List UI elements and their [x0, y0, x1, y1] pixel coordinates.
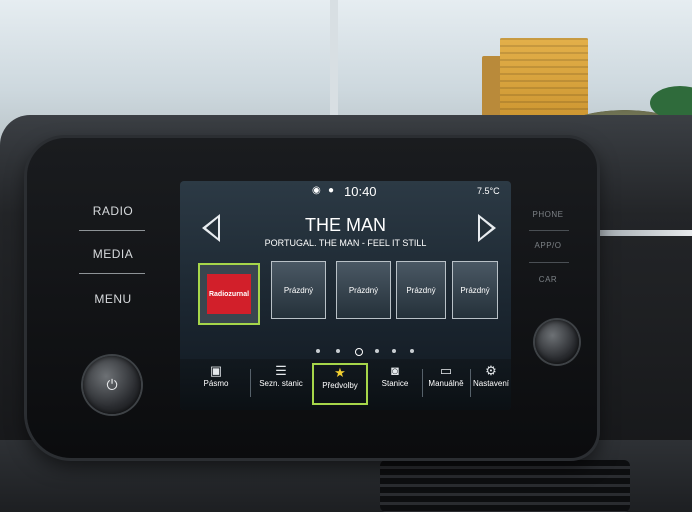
station-icon: ◙: [391, 363, 399, 378]
nav-stations[interactable]: ◙ Stanice: [370, 363, 420, 405]
page-indicator: [310, 347, 414, 356]
gear-icon: ⚙: [485, 363, 497, 378]
nav-label: Pásmo: [203, 379, 229, 388]
media-button[interactable]: MEDIA: [73, 247, 153, 261]
status-bar: ◉ ● 10:40 7.5°C: [180, 181, 511, 201]
preset-list: Radiozurnal Prázdný Prázdný Prázdný Práz…: [198, 261, 498, 327]
divider: [422, 369, 423, 397]
list-icon: ☰: [275, 363, 287, 378]
nav-label: Sezn. stanic: [259, 379, 303, 388]
nav-label: Nastavení: [472, 379, 510, 388]
preset-4[interactable]: Prázdný: [396, 261, 446, 319]
location-icon: ◉: [312, 185, 321, 196]
apps-button[interactable]: APP/O: [513, 241, 583, 250]
power-volume-knob[interactable]: ⏻: [83, 356, 141, 414]
touchscreen: ◉ ● 10:40 7.5°C THE MAN PORTUGAL. THE MA…: [180, 181, 511, 410]
station-title: THE MAN: [305, 215, 386, 235]
divider: [79, 230, 145, 231]
page-dot: [410, 349, 414, 353]
divider: [250, 369, 251, 397]
page-dot: [336, 349, 340, 353]
page-dot-current: [355, 348, 363, 356]
track-info: PORTUGAL. THE MAN - FEEL IT STILL: [264, 238, 427, 248]
nav-label: Manuálně: [428, 379, 464, 388]
divider: [529, 262, 569, 263]
star-icon: ★: [334, 365, 346, 380]
divider: [529, 230, 569, 231]
tuning-knob[interactable]: [535, 320, 579, 364]
outside-temperature: 7.5°C: [477, 186, 500, 196]
preset-1[interactable]: Radiozurnal: [198, 263, 260, 325]
user-icon: ●: [328, 185, 335, 196]
nav-manual[interactable]: ▭ Manuálně: [424, 363, 468, 405]
page-dot: [375, 349, 379, 353]
tuner-icon: ▭: [439, 363, 453, 378]
power-icon: ⏻: [106, 376, 118, 393]
nav-presets[interactable]: ★ Předvolby: [312, 363, 368, 405]
divider: [79, 273, 145, 274]
divider: [470, 369, 471, 397]
nav-label: Předvolby: [322, 381, 358, 390]
page-dot: [392, 349, 396, 353]
radio-button[interactable]: RADIO: [73, 204, 153, 218]
preset-3[interactable]: Prázdný: [336, 261, 391, 319]
chrome-trim: [588, 230, 692, 236]
nav-station-list[interactable]: ☰ Sezn. stanic: [252, 363, 310, 405]
clock: 10:40: [344, 184, 377, 199]
nav-band[interactable]: ▣ Pásmo: [186, 363, 246, 405]
nav-label: Stanice: [381, 379, 409, 388]
preset-5[interactable]: Prázdný: [452, 261, 498, 319]
air-vent: [380, 460, 630, 512]
page-dot: [316, 349, 320, 353]
nav-settings[interactable]: ⚙ Nastavení: [472, 363, 510, 405]
radio-icon: ▣: [209, 363, 223, 378]
menu-button[interactable]: MENU: [73, 292, 153, 306]
preset-2[interactable]: Prázdný: [271, 261, 326, 319]
radiozurnal-logo: Radiozurnal: [207, 274, 251, 314]
car-button[interactable]: CAR: [513, 275, 583, 284]
bottom-nav: ▣ Pásmo ☰ Sezn. stanic ★ Předvolby ◙ Sta…: [180, 359, 511, 410]
phone-button[interactable]: PHONE: [513, 210, 583, 219]
next-station-arrow-icon[interactable]: [478, 214, 496, 242]
street-pole: [330, 0, 338, 130]
